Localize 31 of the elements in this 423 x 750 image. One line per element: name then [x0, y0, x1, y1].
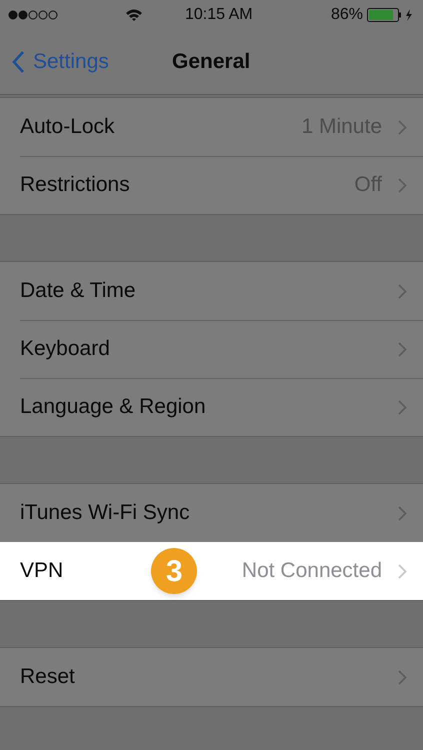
chevron-icon	[398, 342, 407, 356]
chevron-icon	[398, 564, 407, 578]
row-label: Language & Region	[20, 394, 206, 420]
signal-icon	[8, 10, 60, 20]
step-badge: 3	[151, 548, 198, 594]
chevron-icon	[398, 670, 407, 684]
battery-percent: 86%	[330, 5, 363, 25]
row-label: Restrictions	[20, 172, 130, 198]
settings-row[interactable]: iTunes Wi-Fi Sync	[0, 484, 423, 542]
row-value: Not Connected	[242, 558, 382, 584]
chevron-icon	[398, 400, 407, 414]
chevron-icon	[398, 178, 407, 192]
settings-row[interactable]: Keyboard	[0, 320, 423, 378]
row-label: Auto-Lock	[20, 114, 115, 140]
chevron-icon	[398, 120, 407, 134]
settings-row[interactable]: Language & Region	[0, 378, 423, 436]
settings-row[interactable]: VPN 3 Not Connected	[0, 542, 423, 600]
wifi-icon	[125, 8, 143, 22]
chevron-icon	[398, 506, 407, 520]
row-label: VPN	[20, 558, 64, 584]
status-time: 10:15 AM	[185, 5, 253, 25]
row-label: Reset	[20, 664, 75, 690]
chevron-icon	[398, 284, 407, 298]
row-label: Date & Time	[20, 278, 136, 304]
row-label: iTunes Wi-Fi Sync	[20, 500, 190, 526]
settings-row[interactable]: Reset	[0, 648, 423, 706]
back-chevron-icon	[12, 51, 25, 73]
row-label: Keyboard	[20, 336, 110, 362]
settings-row[interactable]: Date & Time	[0, 262, 423, 320]
page-title: General	[172, 49, 250, 76]
battery-charging-icon	[367, 8, 415, 22]
